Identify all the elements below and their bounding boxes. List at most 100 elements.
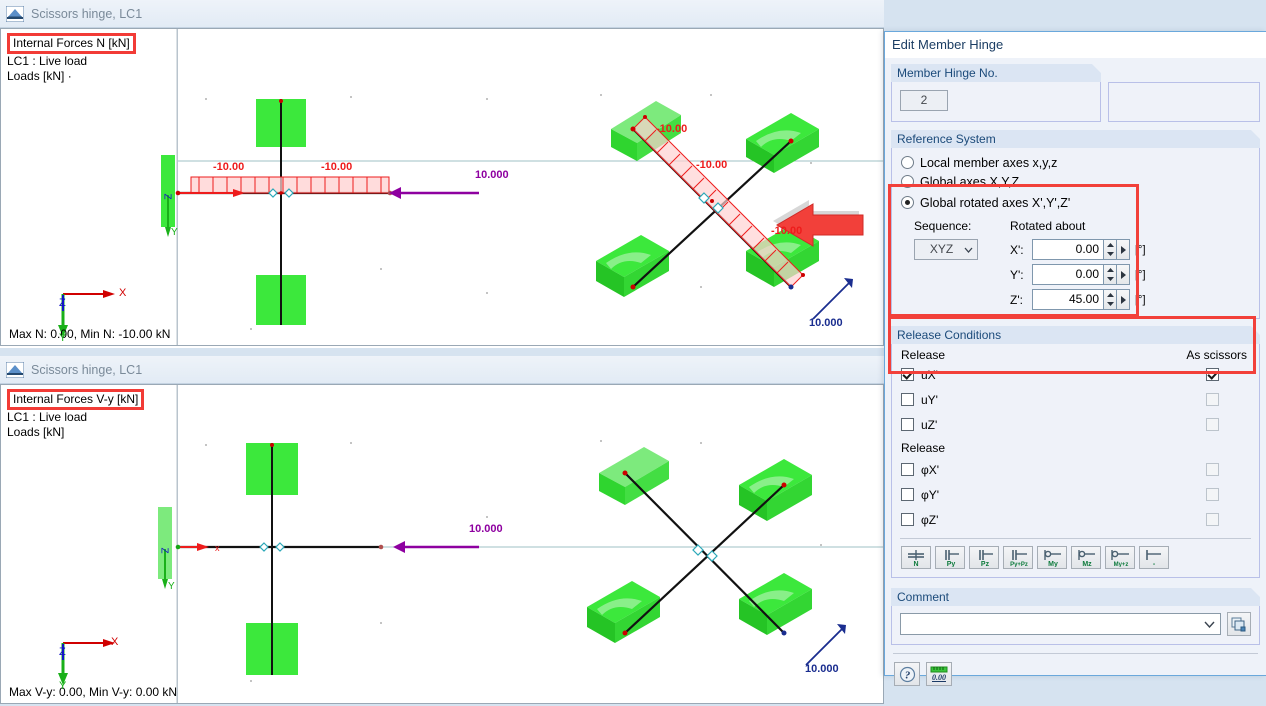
preset-button-py-pz[interactable]: Py+Pz [1003, 546, 1033, 569]
release-conditions-group: Release Conditions Release As scissors u… [891, 326, 1260, 578]
viewport-1-titlebar[interactable]: Scissors hinge, LC1 [0, 0, 884, 28]
rotation-x-more-button[interactable] [1117, 239, 1130, 260]
svg-text:Py+Pz: Py+Pz [1010, 562, 1028, 567]
as-scissors-column-label: As scissors [1186, 348, 1247, 362]
rotation-z-spin-down[interactable] [1104, 300, 1116, 310]
edit-member-hinge-dialog[interactable]: Edit Member Hinge Member Hinge No. 2 Ref… [884, 31, 1266, 686]
rotation-row-x: X': 0.00 [°] [1010, 239, 1259, 260]
scissors-ux-checkbox[interactable] [1206, 368, 1219, 381]
preset-button-none[interactable]: - [1139, 546, 1169, 569]
rotation-z-unit: [°] [1135, 293, 1146, 306]
sequence-select[interactable]: XYZ [914, 239, 978, 260]
dialog-footer: ? 0.00 [885, 654, 1266, 686]
release-uy-checkbox[interactable] [901, 393, 914, 406]
release-row-uz: uZ' [892, 412, 1259, 437]
rotation-z-more-button[interactable] [1117, 289, 1130, 310]
label-diag-top: -10.00 [656, 123, 688, 135]
viewport-window-2[interactable]: Scissors hinge, LC1 Internal Forces V-y … [0, 356, 884, 704]
preset-button-n[interactable]: N [901, 546, 931, 569]
preset-divider [900, 538, 1251, 539]
viewport-2-legend: Internal Forces V-y [kN] LC1 : Live load… [7, 389, 145, 440]
viewport-2-title: Scissors hinge, LC1 [31, 362, 143, 377]
preset-button-my-mz[interactable]: My+z [1105, 546, 1135, 569]
support-axis-label-y-2: Y [168, 581, 175, 592]
reference-system-group-label: Reference System [891, 130, 1260, 148]
release-row-ux: uX' [892, 362, 1259, 387]
release-phiz-checkbox[interactable] [901, 513, 914, 526]
axis-label-x-2: X [111, 636, 119, 648]
viewport-2-canvas[interactable]: Internal Forces V-y [kN] LC1 : Live load… [0, 384, 884, 704]
rotation-y-spinner[interactable] [1104, 264, 1117, 285]
rotation-z-spin-up[interactable] [1104, 290, 1116, 300]
release-phix-label: φX' [921, 462, 940, 477]
help-button[interactable]: ? [894, 662, 920, 686]
axis-label-y: Y [59, 332, 67, 344]
svg-text:My: My [1048, 561, 1058, 567]
rotation-y-input[interactable]: 0.00 [1032, 264, 1104, 285]
viewport-window-1[interactable]: Scissors hinge, LC1 Internal Forces N [k… [0, 0, 884, 348]
label-diag-load-value: 10.000 [809, 317, 843, 329]
release-phiz-label: φZ' [921, 512, 939, 527]
radio-local-member-axes[interactable]: Local member axes x,y,z [892, 153, 1259, 172]
svg-text:x: x [215, 543, 220, 553]
release-phiy-checkbox[interactable] [901, 488, 914, 501]
rotation-z-label: Z': [1010, 292, 1023, 307]
rotation-y-more-button[interactable] [1117, 264, 1130, 285]
dialog-titlebar[interactable]: Edit Member Hinge [885, 32, 1266, 58]
units-icon: 0.00 [930, 666, 948, 683]
release-ux-checkbox[interactable] [901, 368, 914, 381]
rotation-z-input[interactable]: 45.00 [1032, 289, 1104, 310]
legend-title-highlight: Internal Forces N [kN] [7, 33, 136, 54]
scissors-uz-checkbox [1206, 418, 1219, 431]
axis-label-y-2: Y [59, 680, 67, 692]
hinge-no-group: Member Hinge No. 2 [891, 64, 1101, 122]
release-uz-checkbox[interactable] [901, 418, 914, 431]
release-header-row: Release As scissors [892, 348, 1259, 362]
comment-copy-button[interactable] [1227, 612, 1251, 636]
preset-button-py[interactable]: Py [935, 546, 965, 569]
release-row-uy: uY' [892, 387, 1259, 412]
viewport-1-canvas[interactable]: Internal Forces N [kN] LC1 : Live load L… [0, 28, 884, 346]
release-uy-label: uY' [921, 392, 938, 407]
legend-title-2: Internal Forces V-y [kN] [7, 389, 145, 410]
preset-button-pz[interactable]: Pz [969, 546, 999, 569]
rotation-x-input[interactable]: 0.00 [1032, 239, 1104, 260]
radio-global-axes-dot [901, 175, 914, 188]
comment-input[interactable] [900, 613, 1221, 635]
rotation-x-spin-down[interactable] [1104, 250, 1116, 260]
hinge-no-input[interactable]: 2 [900, 90, 948, 111]
legend-loadcase-2: LC1 : Live load [7, 410, 88, 424]
radio-local-member-axes-dot [901, 156, 914, 169]
preset-button-my[interactable]: My [1037, 546, 1067, 569]
hinge-preview-panel [1108, 64, 1260, 122]
radio-global-rotated-axes-label: Global rotated axes X',Y',Z' [920, 195, 1071, 210]
legend-loads-2: Loads [kN] [7, 425, 65, 439]
legend-title-highlight-2: Internal Forces V-y [kN] [7, 389, 145, 410]
viewport-2-titlebar[interactable]: Scissors hinge, LC1 [0, 356, 884, 384]
units-button[interactable]: 0.00 [926, 662, 952, 686]
axis-label-z: Z [59, 297, 66, 309]
structure-icon [6, 5, 24, 22]
dialog-title: Edit Member Hinge [892, 37, 1004, 52]
label-beam-right: -10.00 [321, 161, 353, 173]
rotation-z-spinner[interactable] [1104, 289, 1117, 310]
support-axis-label-z: Z [161, 193, 173, 200]
viewport-2-status: Max V-y: 0.00, Min V-y: 0.00 kN [9, 685, 178, 699]
rotation-y-spin-down[interactable] [1104, 275, 1116, 285]
legend-loadcase: LC1 : Live load [7, 54, 88, 68]
label-load-value: 10.000 [475, 169, 509, 181]
chevron-down-icon[interactable] [1204, 621, 1215, 628]
rotation-row-z: Z': 45.00 [°] [1010, 289, 1259, 310]
preset-button-mz[interactable]: Mz [1071, 546, 1101, 569]
viewport-1-title: Scissors hinge, LC1 [31, 6, 143, 21]
release-uz-label: uZ' [921, 417, 938, 432]
release-row-phiy: φY' [892, 482, 1259, 507]
rotation-x-spin-up[interactable] [1104, 240, 1116, 250]
release-phix-checkbox[interactable] [901, 463, 914, 476]
rotation-x-spinner[interactable] [1104, 239, 1117, 260]
rotation-panel: Sequence: XYZ Rotated about X': 0.00 [°]… [892, 212, 1259, 310]
radio-global-axes[interactable]: Global axes X,Y,Z [892, 172, 1259, 191]
radio-global-rotated-axes[interactable]: Global rotated axes X',Y',Z' [892, 193, 1259, 212]
rotation-y-spin-up[interactable] [1104, 265, 1116, 275]
legend-loads: Loads [kN] · [7, 69, 72, 83]
